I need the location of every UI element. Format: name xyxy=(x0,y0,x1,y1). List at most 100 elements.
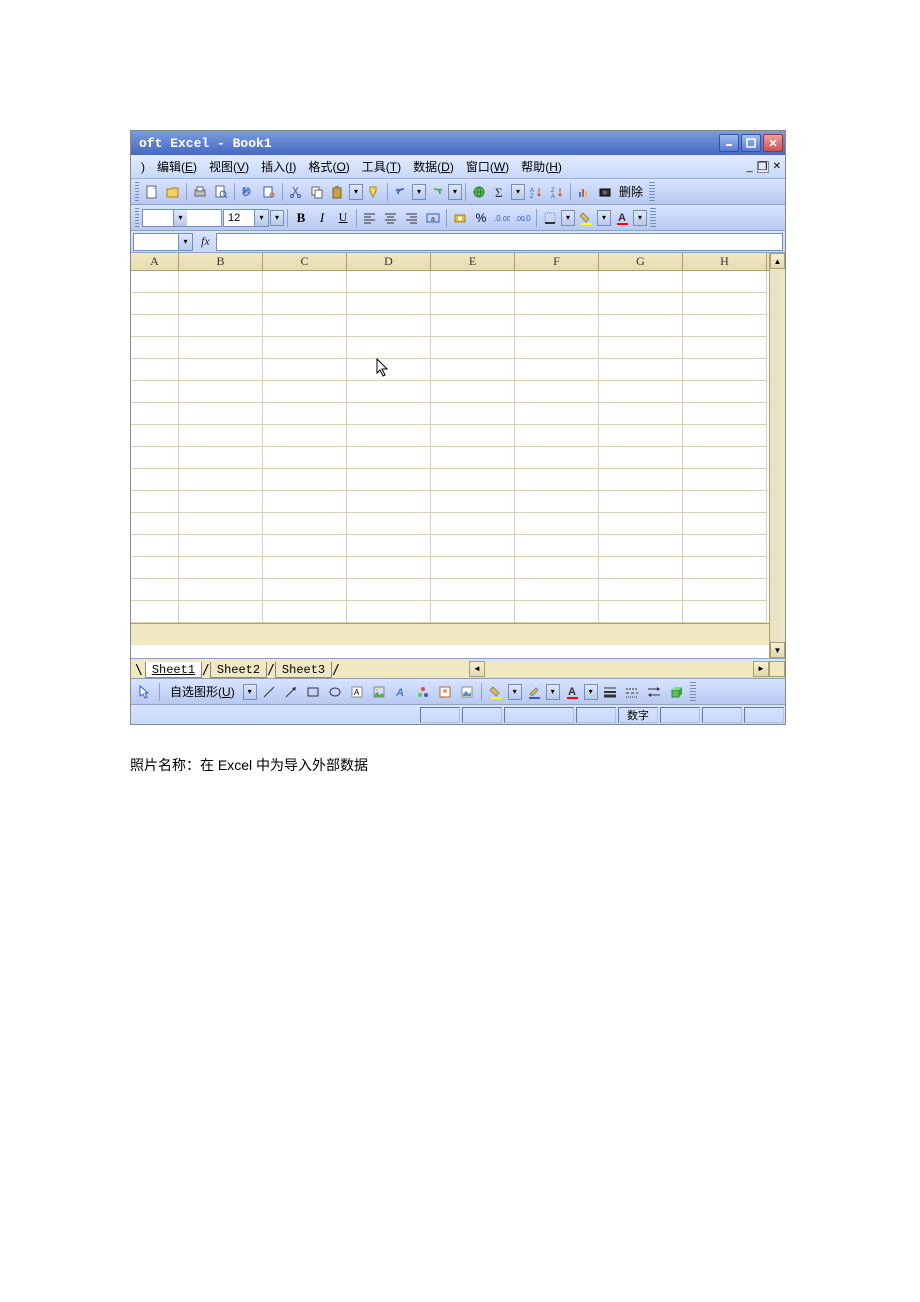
name-box-dropdown-icon[interactable]: ▾ xyxy=(178,234,192,250)
cell[interactable] xyxy=(131,381,179,403)
cell[interactable] xyxy=(683,535,767,557)
paste-button[interactable] xyxy=(328,182,348,202)
insert-image-button[interactable] xyxy=(369,682,389,702)
picture-button[interactable] xyxy=(457,682,477,702)
cell[interactable] xyxy=(179,601,263,623)
borders-button[interactable] xyxy=(540,208,560,228)
toolbar-overflow-icon[interactable] xyxy=(649,182,655,202)
undo-button[interactable] xyxy=(391,182,411,202)
font-color-button[interactable]: A xyxy=(562,682,582,702)
line-weight-button[interactable] xyxy=(600,682,620,702)
align-right-button[interactable] xyxy=(402,208,422,228)
cell[interactable] xyxy=(683,469,767,491)
cell[interactable] xyxy=(599,557,683,579)
camera-button[interactable] xyxy=(595,182,615,202)
cell[interactable] xyxy=(431,557,515,579)
cell[interactable] xyxy=(515,425,599,447)
menu-edit[interactable]: 编辑(E) xyxy=(151,156,203,177)
cell[interactable] xyxy=(131,271,179,293)
scroll-track[interactable] xyxy=(485,661,753,677)
cell[interactable] xyxy=(263,557,347,579)
currency-button[interactable] xyxy=(450,208,470,228)
cell[interactable] xyxy=(131,447,179,469)
cell[interactable] xyxy=(599,403,683,425)
cell[interactable] xyxy=(683,293,767,315)
cell[interactable] xyxy=(179,447,263,469)
arrow-style-button[interactable] xyxy=(644,682,664,702)
cell[interactable] xyxy=(347,425,431,447)
cell[interactable] xyxy=(431,271,515,293)
cell[interactable] xyxy=(263,337,347,359)
toolbar-handle-icon[interactable] xyxy=(135,208,139,228)
cell[interactable] xyxy=(263,403,347,425)
menu-format[interactable]: 格式(O) xyxy=(302,156,355,177)
oval-tool-button[interactable] xyxy=(325,682,345,702)
cell[interactable] xyxy=(683,579,767,601)
cell[interactable] xyxy=(599,337,683,359)
cell[interactable] xyxy=(599,447,683,469)
italic-button[interactable]: I xyxy=(312,208,332,228)
menu-tools[interactable]: 工具(T) xyxy=(356,156,407,177)
cell[interactable] xyxy=(263,579,347,601)
cell[interactable] xyxy=(131,535,179,557)
cell[interactable] xyxy=(431,447,515,469)
cell[interactable] xyxy=(347,381,431,403)
cell[interactable] xyxy=(347,293,431,315)
column-header[interactable]: B xyxy=(179,253,263,270)
cell[interactable] xyxy=(347,513,431,535)
doc-close-icon[interactable]: ✕ xyxy=(773,161,781,172)
column-header[interactable]: A xyxy=(131,253,179,270)
cell[interactable] xyxy=(431,513,515,535)
scroll-up-button[interactable]: ▲ xyxy=(770,253,785,269)
cell[interactable] xyxy=(431,491,515,513)
toolbar-overflow-icon[interactable] xyxy=(650,208,656,228)
cell[interactable] xyxy=(431,601,515,623)
cell[interactable] xyxy=(179,403,263,425)
cut-button[interactable] xyxy=(286,182,306,202)
column-header[interactable]: E xyxy=(431,253,515,270)
arrow-tool-button[interactable] xyxy=(281,682,301,702)
cell[interactable] xyxy=(179,557,263,579)
cell[interactable] xyxy=(683,557,767,579)
column-header[interactable]: C xyxy=(263,253,347,270)
cell[interactable] xyxy=(263,601,347,623)
cell[interactable] xyxy=(431,315,515,337)
cell[interactable] xyxy=(179,535,263,557)
delete-button[interactable]: 删除 xyxy=(616,183,646,200)
cell[interactable] xyxy=(179,491,263,513)
column-header[interactable]: H xyxy=(683,253,767,270)
cell[interactable] xyxy=(131,337,179,359)
sheet-tab[interactable]: Sheet2 xyxy=(210,662,267,678)
doc-minimize-icon[interactable]: _ xyxy=(746,161,752,173)
cell[interactable] xyxy=(131,293,179,315)
cell[interactable] xyxy=(515,403,599,425)
cell[interactable] xyxy=(515,271,599,293)
fill-color-button[interactable] xyxy=(486,682,506,702)
cell[interactable] xyxy=(431,535,515,557)
fx-icon[interactable]: fx xyxy=(195,234,216,249)
select-objects-button[interactable] xyxy=(135,682,155,702)
cell[interactable] xyxy=(347,601,431,623)
line-tool-button[interactable] xyxy=(259,682,279,702)
cell[interactable] xyxy=(131,425,179,447)
autoshapes-menu[interactable]: 自选图形(U) xyxy=(164,681,241,702)
cell[interactable] xyxy=(179,381,263,403)
cell[interactable] xyxy=(131,557,179,579)
cell[interactable] xyxy=(179,293,263,315)
cell[interactable] xyxy=(599,601,683,623)
open-button[interactable] xyxy=(163,182,183,202)
cell[interactable] xyxy=(131,601,179,623)
format-painter-button[interactable] xyxy=(364,182,384,202)
preview-button[interactable] xyxy=(211,182,231,202)
cell[interactable] xyxy=(131,315,179,337)
autoshapes-dropdown-icon[interactable]: ▾ xyxy=(243,684,257,700)
cell[interactable] xyxy=(599,293,683,315)
font-color-dropdown-icon[interactable]: ▾ xyxy=(633,210,647,226)
cell[interactable] xyxy=(515,469,599,491)
research-button[interactable] xyxy=(259,182,279,202)
minimize-button[interactable] xyxy=(719,134,739,152)
underline-button[interactable]: U xyxy=(333,208,353,228)
cell[interactable] xyxy=(683,601,767,623)
cell[interactable] xyxy=(347,557,431,579)
font-color-button[interactable]: A xyxy=(612,208,632,228)
